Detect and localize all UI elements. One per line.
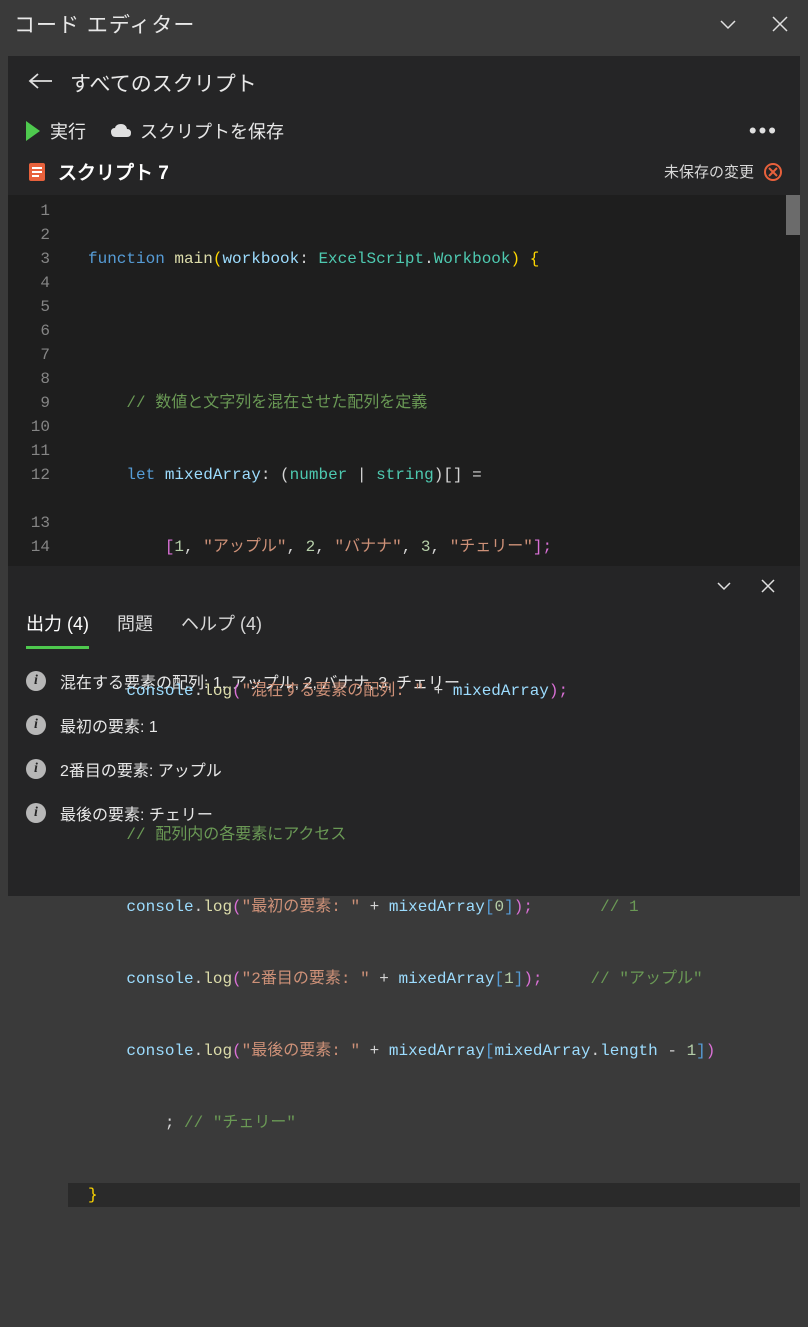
script-header-right: 未保存の変更 [664, 161, 782, 182]
code-editor[interactable]: 1 2 3 4 5 6 7 8 9 10 11 12 13 14 functio… [8, 195, 800, 565]
unsaved-badge-icon[interactable] [764, 163, 782, 181]
play-icon [26, 121, 40, 141]
toolbar: 実行 スクリプトを保存 ••• [8, 110, 800, 152]
cloud-icon [110, 123, 132, 139]
save-label: スクリプトを保存 [140, 118, 284, 144]
info-icon: i [26, 671, 46, 691]
titlebar-controls [714, 10, 794, 38]
back-arrow-icon[interactable] [26, 71, 50, 95]
run-label: 実行 [50, 118, 86, 144]
line-number-gutter: 1 2 3 4 5 6 7 8 9 10 11 12 13 14 [8, 195, 68, 565]
script-name: スクリプト 7 [58, 158, 169, 185]
info-icon: i [26, 803, 46, 823]
toolbar-left: 実行 スクリプトを保存 [26, 118, 284, 144]
save-script-button[interactable]: スクリプトを保存 [110, 118, 284, 144]
close-icon[interactable] [766, 10, 794, 38]
run-button[interactable]: 実行 [26, 118, 86, 144]
code-area[interactable]: function main(workbook: ExcelScript.Work… [68, 195, 800, 565]
editor-scrollbar[interactable] [786, 195, 800, 235]
titlebar: コード エディター [0, 0, 808, 48]
more-options-button[interactable]: ••• [749, 118, 782, 144]
info-icon: i [26, 715, 46, 735]
unsaved-changes-label: 未保存の変更 [664, 161, 754, 182]
breadcrumb-label[interactable]: すべてのスクリプト [70, 68, 257, 98]
script-header: スクリプト 7 未保存の変更 [8, 152, 800, 195]
script-file-icon [26, 161, 48, 183]
script-header-left: スクリプト 7 [26, 158, 169, 185]
chevron-down-icon[interactable] [714, 10, 742, 38]
editor-panel: すべてのスクリプト 実行 スクリプトを保存 ••• スクリプト 7 未保存の変更 [8, 56, 800, 896]
info-icon: i [26, 759, 46, 779]
breadcrumb: すべてのスクリプト [8, 56, 800, 110]
titlebar-title: コード エディター [14, 9, 195, 39]
